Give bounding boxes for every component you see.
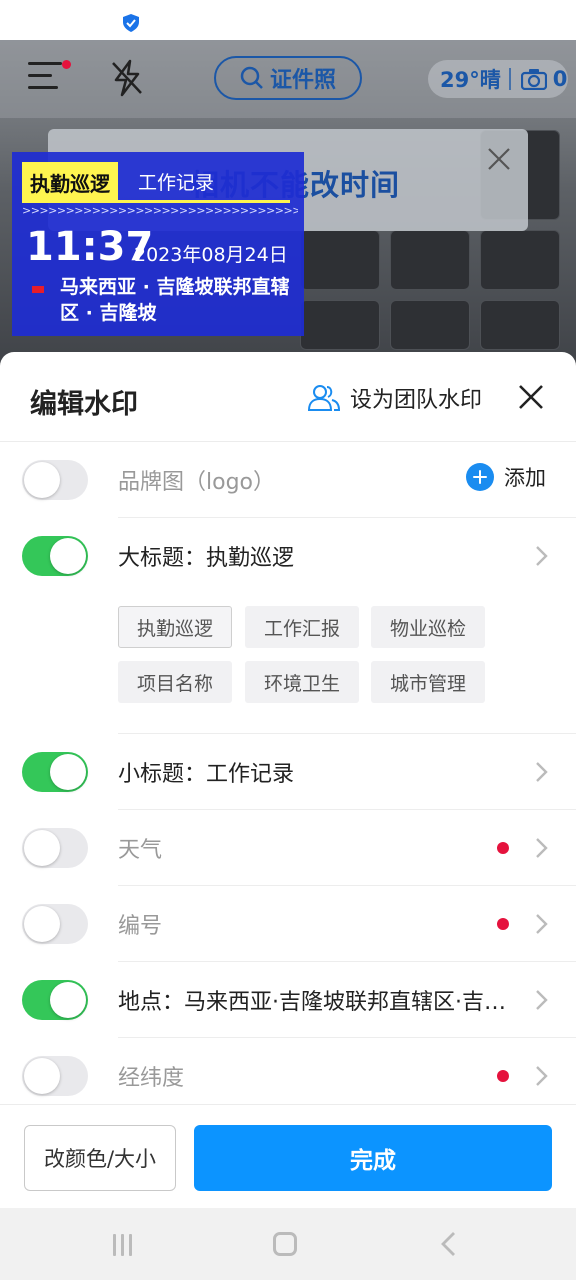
camera-icon — [520, 69, 547, 90]
watermark-location: 马来西亚 · 吉隆坡联邦直辖区 · 吉隆坡 — [60, 276, 290, 324]
title-toggle[interactable] — [22, 536, 88, 576]
row-label: 经纬度 — [118, 1066, 185, 1091]
menu-icon[interactable] — [28, 62, 62, 94]
watermark-title: 执勤巡逻 — [22, 162, 118, 200]
photo-count: 0 — [552, 67, 568, 91]
chip[interactable]: 环境卫生 — [245, 661, 359, 703]
set-team-watermark-button[interactable]: 设为团队水印 — [308, 382, 482, 414]
id-photo-button[interactable]: 证件照 — [214, 56, 362, 100]
close-icon[interactable] — [486, 146, 512, 172]
weather-text: 29°晴 — [440, 68, 501, 92]
location-toggle[interactable] — [22, 980, 88, 1020]
chip[interactable]: 城市管理 — [371, 661, 485, 703]
shield-icon — [123, 14, 139, 32]
add-logo-button[interactable]: 添加 — [466, 462, 546, 492]
weather-counter-pill[interactable]: 29°晴 0 — [428, 60, 568, 98]
row-weather[interactable]: 天气 — [0, 810, 576, 886]
recent-apps-icon[interactable] — [113, 1234, 137, 1256]
weather-toggle[interactable] — [22, 828, 88, 868]
chevron-right-icon — [536, 990, 548, 1010]
new-dot — [497, 1070, 509, 1082]
team-label: 设为团队水印 — [350, 388, 483, 413]
chip[interactable]: 物业巡检 — [371, 606, 485, 648]
search-icon — [240, 66, 263, 89]
row-label: 编号 — [118, 914, 163, 939]
number-toggle[interactable] — [22, 904, 88, 944]
row-label: 小标题：工作记录 — [118, 762, 295, 787]
row-coordinates[interactable]: 经纬度 — [0, 1038, 576, 1114]
system-nav-bar — [0, 1208, 576, 1280]
edit-watermark-sheet: 编辑水印 设为团队水印 品牌图（logo） 添加 大标题：执勤巡逻 执勤巡逻 工… — [0, 352, 576, 1208]
sheet-header: 编辑水印 设为团队水印 — [0, 352, 576, 442]
row-location[interactable]: 地点：马来西亚·吉隆坡联邦直辖区·吉隆坡 — [0, 962, 576, 1038]
notification-dot — [62, 60, 71, 69]
row-subtitle[interactable]: 小标题：工作记录 — [0, 734, 576, 810]
new-dot — [497, 918, 509, 930]
sheet-title: 编辑水印 — [30, 389, 138, 420]
coordinates-toggle[interactable] — [22, 1056, 88, 1096]
row-logo[interactable]: 品牌图（logo） 添加 — [0, 442, 576, 518]
watermark-preview[interactable]: 执勤巡逻 工作记录 >>>>>>>>>>>>>>>>>>>>>>>>>>>>>>… — [12, 152, 304, 336]
row-label: 地点：马来西亚·吉隆坡联邦直辖区·吉隆坡 — [118, 990, 518, 1015]
bottom-action-bar: 改颜色/大小 完成 — [0, 1104, 576, 1208]
row-number[interactable]: 编号 — [0, 886, 576, 962]
chip[interactable]: 项目名称 — [118, 661, 232, 703]
watermark-underline — [22, 200, 290, 203]
close-sheet-icon[interactable] — [516, 382, 546, 412]
chevron-right-icon — [536, 762, 548, 782]
chip[interactable]: 执勤巡逻 — [118, 606, 232, 648]
chevron-right-icon — [536, 838, 548, 858]
change-color-size-button[interactable]: 改颜色/大小 — [24, 1125, 176, 1191]
done-button[interactable]: 完成 — [194, 1125, 552, 1191]
watermark-subtitle: 工作记录 — [138, 172, 215, 194]
id-photo-label: 证件照 — [269, 68, 336, 93]
row-label: 大标题：执勤巡逻 — [118, 546, 295, 571]
watermark-date: 2023年08月24日 — [134, 244, 288, 266]
row-title[interactable]: 大标题：执勤巡逻 — [0, 518, 576, 594]
chevron-right-icon — [536, 1066, 548, 1086]
team-icon — [308, 385, 340, 411]
watermark-arrows: >>>>>>>>>>>>>>>>>>>>>>>>>>>>>>>>>>>>> — [22, 204, 298, 217]
logo-toggle[interactable] — [22, 460, 88, 500]
home-icon[interactable] — [273, 1232, 297, 1256]
chevron-right-icon — [536, 546, 548, 566]
back-icon[interactable] — [438, 1230, 458, 1258]
row-label: 天气 — [118, 838, 163, 863]
subtitle-toggle[interactable] — [22, 752, 88, 792]
row-label: 品牌图（logo） — [118, 470, 275, 495]
chip[interactable]: 工作汇报 — [245, 606, 359, 648]
plus-icon — [466, 463, 494, 491]
new-dot — [497, 842, 509, 854]
flash-off-icon[interactable] — [108, 58, 146, 98]
chevron-right-icon — [536, 914, 548, 934]
divider — [508, 68, 511, 90]
add-label: 添加 — [504, 466, 546, 490]
status-bar — [0, 0, 576, 40]
flag-icon — [32, 286, 44, 293]
